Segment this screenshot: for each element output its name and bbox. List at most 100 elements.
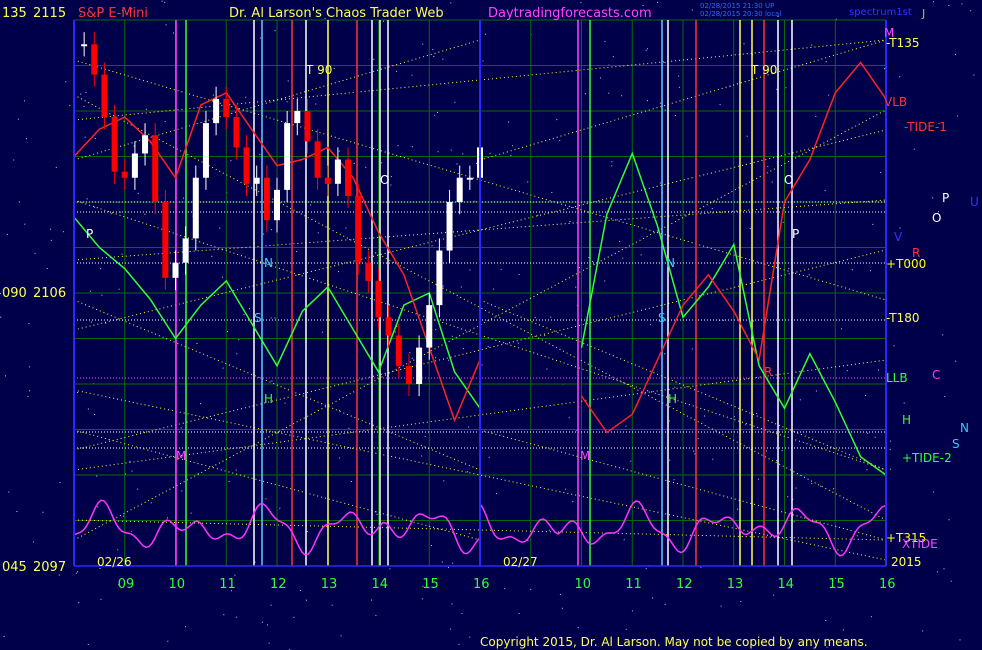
star [90,321,92,323]
site-link[interactable]: Daytradingforecasts.com [488,6,652,21]
star [711,208,713,209]
star [890,468,891,470]
candle-body [466,177,473,180]
candle-body [101,74,108,118]
candle-body [152,135,159,202]
star [625,628,627,630]
star [46,268,48,269]
star [612,56,614,58]
candle-body [405,365,412,384]
star [776,88,778,90]
star [338,150,340,152]
chart-letter: T 90 [305,63,332,77]
star [29,390,30,392]
star [411,146,413,148]
star [287,80,289,82]
candle-body [142,135,149,154]
star [131,470,133,472]
star [18,201,20,203]
candle-body [426,305,433,348]
star [650,324,652,326]
star [846,370,848,372]
star [165,24,167,26]
star [811,44,813,46]
star [674,386,676,388]
star [389,568,391,570]
star [825,620,827,621]
candle-body [385,317,392,336]
star [430,545,432,546]
star [365,166,367,168]
chart-letter: S [658,311,666,325]
star [236,353,238,355]
chart-letter: P [86,227,93,241]
star [833,488,835,490]
candle-body [274,189,280,221]
star [0,292,1,294]
star [899,76,901,78]
star [3,636,5,637]
star [265,498,267,500]
star [396,70,398,72]
star [89,290,91,292]
star [867,432,869,434]
star [219,227,221,229]
star [640,254,642,256]
candle-body [375,280,382,318]
star [623,539,625,541]
star [957,115,959,117]
star [664,604,666,606]
star [959,639,961,641]
star [933,491,935,493]
right-label: -T180 [886,311,919,325]
star [164,1,166,3]
candle-body [416,347,423,384]
star [271,380,273,382]
candle-body [202,123,209,178]
star [17,118,19,120]
candle-body [365,262,372,281]
star [788,267,790,269]
star [432,49,434,50]
right-label: V [894,230,903,244]
star [694,453,696,455]
candle-body [223,98,230,118]
year-label: 2015 [891,555,922,569]
star [397,145,399,147]
star [150,502,152,504]
star [944,396,946,397]
star [657,1,659,3]
star [409,352,411,354]
right-label: N [960,421,969,435]
candle-body [446,202,453,251]
star [390,184,392,186]
star [943,568,945,570]
date-label-day1: 02/26 [97,555,132,569]
right-label: LLB [886,371,908,385]
star [961,3,963,5]
star [776,460,777,462]
star [548,529,550,531]
star [62,231,64,233]
star [559,140,561,141]
star [970,10,972,12]
star [621,95,623,97]
star [42,511,44,513]
star [243,313,245,315]
star [719,104,721,106]
star [101,294,103,296]
star [565,488,567,490]
star [512,145,514,147]
star [421,455,423,457]
candle-body [213,98,220,124]
candle-body [172,262,179,278]
star [55,166,57,168]
star [645,49,647,51]
star [270,604,272,606]
star [267,624,268,626]
star [110,213,112,215]
star [183,197,184,199]
candle-body [182,238,189,263]
star [24,100,25,102]
star [274,317,276,319]
